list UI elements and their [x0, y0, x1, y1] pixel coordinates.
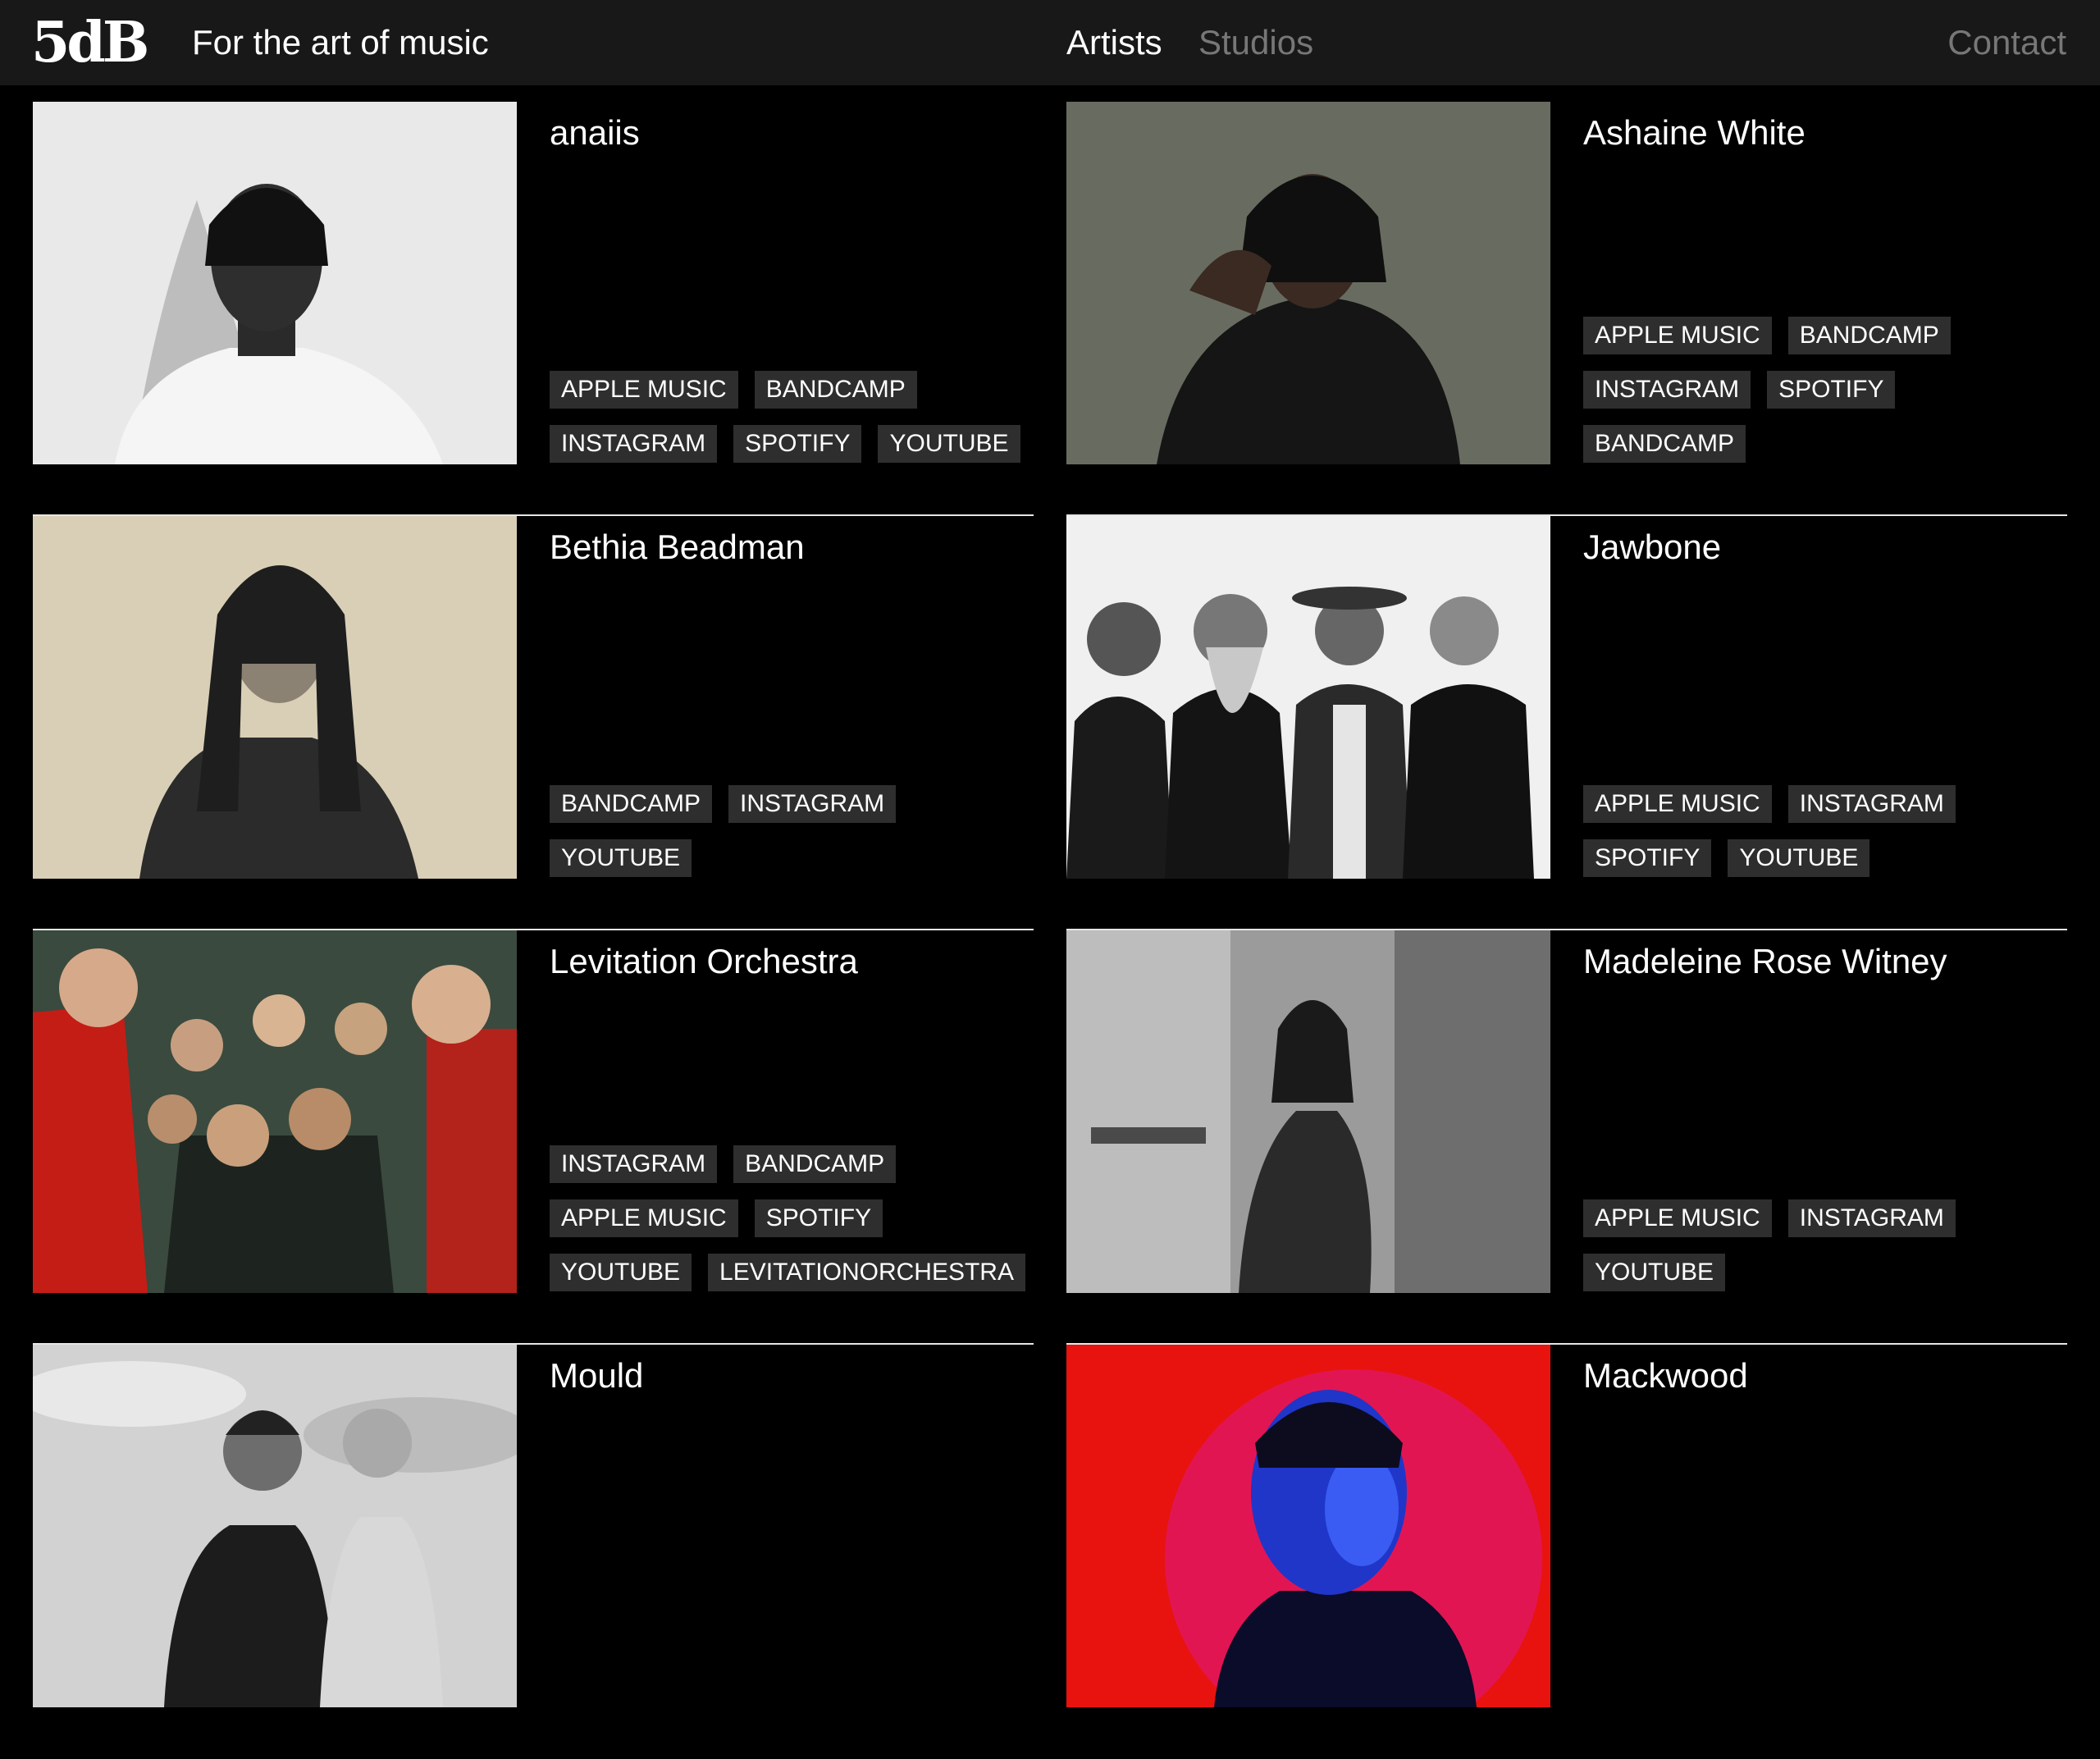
link-tag[interactable]: APPLE MUSIC	[550, 371, 738, 409]
link-tag[interactable]: APPLE MUSIC	[1583, 1199, 1772, 1237]
nav-artists[interactable]: Artists	[1066, 18, 1162, 67]
artist-name[interactable]: Levitation Orchestra	[550, 942, 858, 981]
artist-links: APPLE MUSIC INSTAGRAM SPOTIFY YOUTUBE	[1583, 785, 2067, 877]
artist-photo[interactable]	[1066, 1345, 1550, 1707]
link-tag[interactable]: YOUTUBE	[1583, 1254, 1726, 1291]
artist-photo-image	[1066, 516, 1550, 879]
nav-studios[interactable]: Studios	[1198, 18, 1313, 67]
artist-name[interactable]: Madeleine Rose Witney	[1583, 942, 1947, 981]
link-tag[interactable]: BANDCAMP	[1583, 425, 1746, 463]
artist-card-anaiis: anaiis APPLE MUSIC BANDCAMP INSTAGRAM SP…	[33, 102, 1034, 516]
link-tag[interactable]: APPLE MUSIC	[550, 1199, 738, 1237]
artist-card-ashaine-white: Ashaine White APPLE MUSIC BANDCAMP INSTA…	[1066, 102, 2067, 516]
link-tag[interactable]: BANDCAMP	[1787, 317, 1951, 354]
artist-photo[interactable]	[1066, 516, 1550, 879]
link-tag[interactable]: INSTAGRAM	[728, 785, 897, 823]
artist-name[interactable]: Mould	[550, 1356, 643, 1396]
link-tag[interactable]: YOUTUBE	[1728, 839, 1870, 877]
artist-photo-image	[33, 930, 517, 1293]
artist-links: INSTAGRAM BANDCAMP APPLE MUSIC SPOTIFY Y…	[550, 1145, 1034, 1291]
link-tag[interactable]: BANDCAMP	[733, 1145, 897, 1183]
artist-card-mackwood: Mackwood	[1066, 1345, 2067, 1759]
artist-photo-image	[33, 516, 517, 879]
link-tag[interactable]: APPLE MUSIC	[1583, 317, 1772, 354]
artist-card-mould: Mould	[33, 1345, 1034, 1759]
link-tag[interactable]: INSTAGRAM	[550, 425, 718, 463]
link-tag[interactable]: YOUTUBE	[550, 1254, 692, 1291]
artist-photo-image	[33, 1345, 517, 1707]
artist-card-madeleine-rose-witney: Madeleine Rose Witney APPLE MUSIC INSTAG…	[1066, 930, 2067, 1345]
artist-name[interactable]: Ashaine White	[1583, 113, 1806, 153]
artist-name[interactable]: Mackwood	[1583, 1356, 1748, 1396]
artist-photo[interactable]	[33, 102, 517, 464]
artist-links: APPLE MUSIC BANDCAMP INSTAGRAM SPOTIFY B…	[1583, 317, 2067, 463]
link-tag[interactable]: SPOTIFY	[754, 1199, 883, 1237]
link-tag[interactable]: INSTAGRAM	[1583, 371, 1751, 409]
artist-photo[interactable]	[33, 1345, 517, 1707]
link-tag[interactable]: INSTAGRAM	[1787, 785, 1956, 823]
artist-card-bethia-beadman: Bethia Beadman BANDCAMP INSTAGRAM YOUTUB…	[33, 516, 1034, 930]
link-tag[interactable]: SPOTIFY	[1583, 839, 1712, 877]
artist-links: APPLE MUSIC BANDCAMP INSTAGRAM SPOTIFY Y…	[550, 371, 1034, 463]
artist-links: BANDCAMP INSTAGRAM YOUTUBE	[550, 785, 1034, 877]
nav-contact[interactable]: Contact	[1947, 18, 2066, 67]
link-tag[interactable]: YOUTUBE	[878, 425, 1020, 463]
link-tag[interactable]: INSTAGRAM	[1787, 1199, 1956, 1237]
artist-card-jawbone: Jawbone APPLE MUSIC INSTAGRAM SPOTIFY YO…	[1066, 516, 2067, 930]
artist-photo-image	[1066, 930, 1550, 1293]
site-logo[interactable]: 5dB	[31, 10, 149, 75]
link-tag[interactable]: LEVITATIONORCHESTRA	[708, 1254, 1025, 1291]
artist-photo[interactable]	[1066, 102, 1550, 464]
artist-card-levitation-orchestra: Levitation Orchestra INSTAGRAM BANDCAMP …	[33, 930, 1034, 1345]
site-header: 5dB For the art of music Artists Studios…	[0, 0, 2100, 85]
artist-photo-image	[1066, 102, 1550, 464]
link-tag[interactable]: SPOTIFY	[733, 425, 862, 463]
link-tag[interactable]: YOUTUBE	[550, 839, 692, 877]
link-tag[interactable]: APPLE MUSIC	[1583, 785, 1772, 823]
artist-name[interactable]: anaiis	[550, 113, 640, 153]
artist-photo-image	[1066, 1345, 1550, 1707]
site-tagline: For the art of music	[192, 23, 489, 62]
artist-name[interactable]: Bethia Beadman	[550, 528, 805, 567]
artist-links: APPLE MUSIC INSTAGRAM YOUTUBE	[1583, 1199, 2067, 1291]
link-tag[interactable]: BANDCAMP	[550, 785, 713, 823]
artist-photo-image	[33, 102, 517, 464]
artist-photo[interactable]	[1066, 930, 1550, 1293]
link-tag[interactable]: SPOTIFY	[1767, 371, 1896, 409]
artist-name[interactable]: Jawbone	[1583, 528, 1721, 567]
artist-photo[interactable]	[33, 516, 517, 879]
link-tag[interactable]: INSTAGRAM	[550, 1145, 718, 1183]
link-tag[interactable]: BANDCAMP	[754, 371, 917, 409]
artist-photo[interactable]	[33, 930, 517, 1293]
